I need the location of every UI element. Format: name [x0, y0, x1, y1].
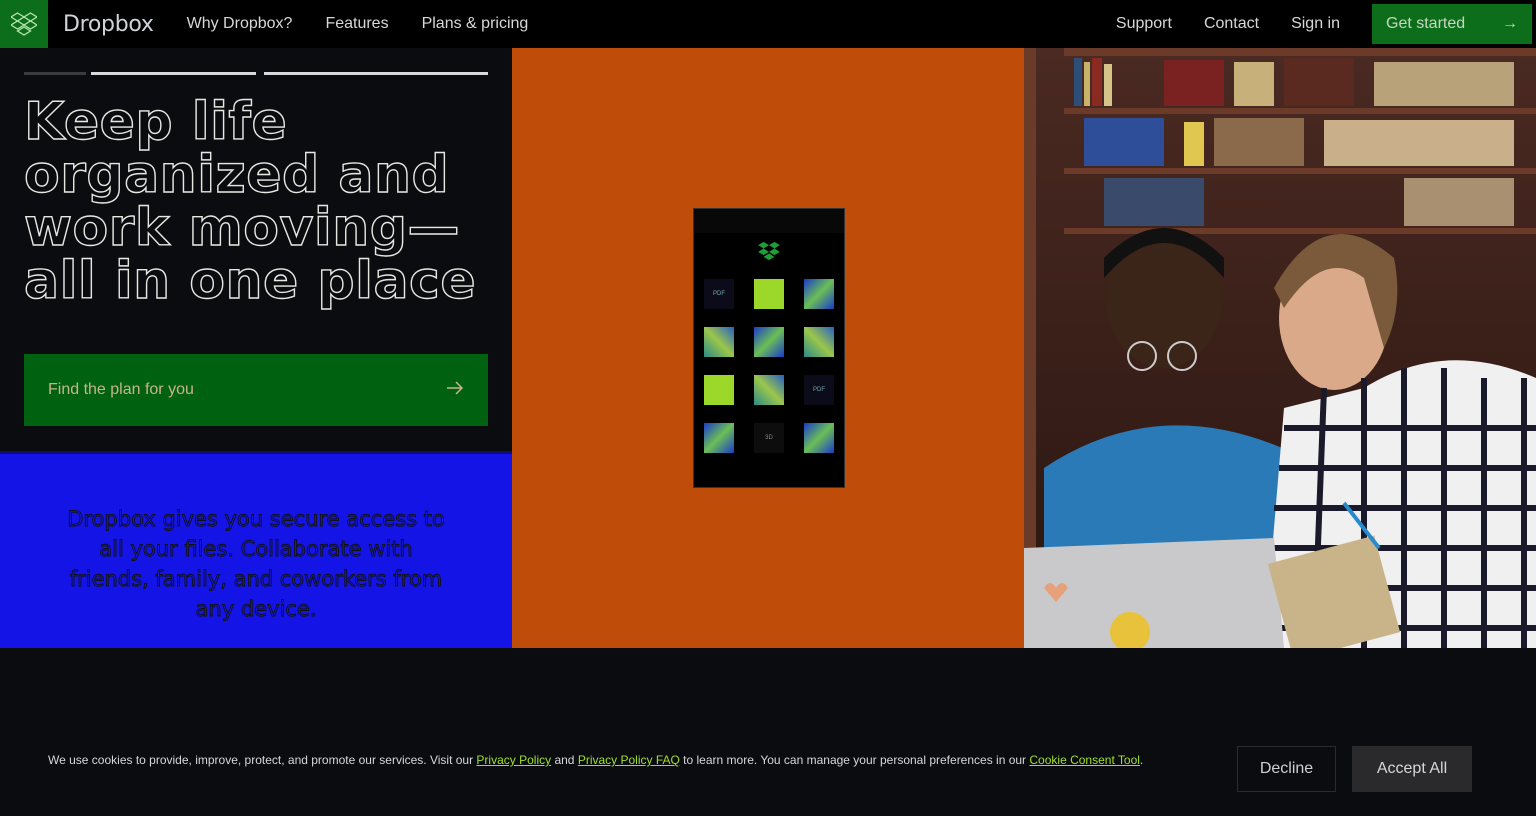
hero-photo [1024, 48, 1536, 648]
phone-status-bar [694, 209, 844, 233]
nav-link-features[interactable]: Features [325, 15, 388, 33]
description-panel: Dropbox gives you secure access to all y… [0, 451, 512, 648]
image-file-icon [704, 327, 734, 357]
accept-all-button[interactable]: Accept All [1352, 746, 1472, 792]
get-started-label: Get started [1386, 15, 1466, 32]
hero-headline: Keep life organized and work moving—all … [23, 92, 477, 311]
3d-file-icon: 3D [754, 423, 784, 453]
pdf-file-icon: PDF [804, 375, 834, 405]
image-file-icon [804, 279, 834, 309]
image-file-icon [754, 375, 784, 405]
phone-mockup: PDF PDF 3D [693, 208, 845, 488]
cookie-text-part: . [1139, 753, 1144, 767]
file-grid: PDF PDF 3D [704, 279, 834, 453]
get-started-button[interactable]: Get started → [1372, 4, 1532, 44]
find-plan-label: Find the plan for you [48, 381, 194, 398]
brand-name[interactable]: Dropbox [63, 12, 154, 37]
nav-link-sign-in[interactable]: Sign in [1291, 15, 1340, 33]
dropbox-logo-icon[interactable] [0, 0, 48, 48]
cookie-banner: We use cookies to provide, improve, prot… [0, 648, 1536, 816]
shared-folder-icon [754, 279, 784, 309]
image-file-icon [704, 423, 734, 453]
shared-folder-icon [704, 375, 734, 405]
arrow-right-icon: → [1502, 15, 1518, 32]
find-plan-button[interactable]: Find the plan for you [24, 354, 488, 426]
cookie-text-part: to learn more. You can manage your perso… [679, 753, 1030, 767]
privacy-faq-link[interactable]: Privacy Policy FAQ [578, 753, 680, 767]
nav-link-plans-pricing[interactable]: Plans & pricing [422, 15, 529, 33]
nav-right-group: Support Contact Sign in Get started → [1116, 0, 1536, 48]
dropbox-logo-icon [694, 241, 844, 261]
arrow-right-icon [446, 380, 464, 401]
progress-segment[interactable] [91, 72, 256, 75]
cookie-consent-tool-link[interactable]: Cookie Consent Tool [1029, 753, 1140, 767]
decline-button[interactable]: Decline [1237, 746, 1336, 792]
progress-segment[interactable] [24, 72, 86, 75]
nav-link-support[interactable]: Support [1116, 15, 1172, 33]
nav-link-why-dropbox[interactable]: Why Dropbox? [187, 15, 293, 33]
top-nav: Dropbox Why Dropbox? Features Plans & pr… [0, 0, 1536, 48]
hero-description: Dropbox gives you secure access to all y… [67, 507, 445, 622]
nav-link-contact[interactable]: Contact [1204, 15, 1259, 33]
progress-segment[interactable] [264, 72, 488, 75]
carousel-progress [24, 72, 488, 75]
cookie-message: We use cookies to provide, improve, prot… [48, 752, 1188, 768]
image-file-icon [804, 327, 834, 357]
pdf-file-icon: PDF [704, 279, 734, 309]
image-file-icon [754, 327, 784, 357]
cookie-text-part: We use cookies to provide, improve, prot… [48, 753, 477, 767]
image-file-icon [804, 423, 834, 453]
privacy-policy-link[interactable]: Privacy Policy [476, 753, 551, 767]
hero-left-panel: Keep life organized and work moving—all … [0, 48, 512, 448]
phone-showcase-panel: PDF PDF 3D [512, 48, 1024, 648]
cookie-text-part: and [551, 753, 578, 767]
